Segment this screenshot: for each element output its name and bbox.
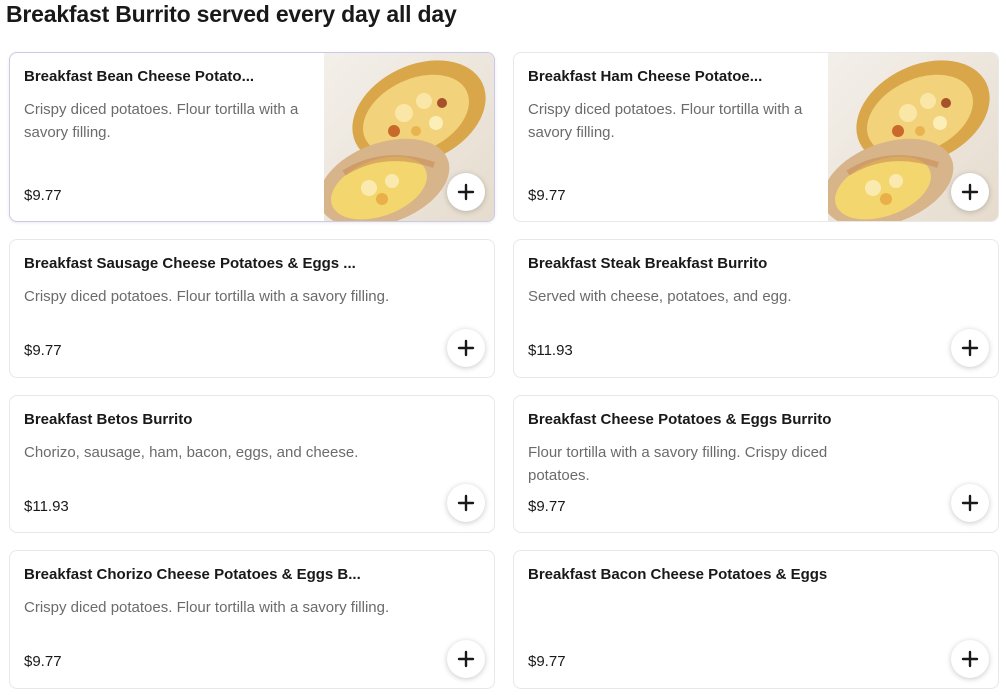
plus-icon xyxy=(457,183,475,201)
add-item-button[interactable] xyxy=(951,484,989,522)
add-item-button[interactable] xyxy=(447,329,485,367)
item-price: $11.93 xyxy=(528,342,573,359)
item-price: $11.93 xyxy=(24,498,69,515)
item-description: Crispy diced potatoes. Flour tortilla wi… xyxy=(24,101,299,141)
item-name: Breakfast Chorizo Cheese Potatoes & Eggs… xyxy=(24,566,361,583)
menu-item-card[interactable]: Breakfast Steak Breakfast Burrito Served… xyxy=(513,239,999,378)
add-item-button[interactable] xyxy=(447,173,485,211)
item-price: $9.77 xyxy=(24,342,62,359)
item-price: $9.77 xyxy=(24,653,62,670)
item-description: Flour tortilla with a savory filling. Cr… xyxy=(528,444,828,484)
menu-item-card[interactable]: Breakfast Sausage Cheese Potatoes & Eggs… xyxy=(9,239,495,378)
section-title: Breakfast Burrito served every day all d… xyxy=(6,1,457,27)
plus-icon xyxy=(961,339,979,357)
plus-icon xyxy=(457,494,475,512)
add-item-button[interactable] xyxy=(447,640,485,678)
item-name: Breakfast Bean Cheese Potato... xyxy=(24,68,255,85)
menu-item-card[interactable]: Breakfast Ham Cheese Potatoe... Crispy d… xyxy=(513,52,999,222)
item-name: Breakfast Steak Breakfast Burrito xyxy=(528,255,768,272)
plus-icon xyxy=(961,650,979,668)
item-price: $9.77 xyxy=(528,187,566,204)
add-item-button[interactable] xyxy=(951,640,989,678)
add-item-button[interactable] xyxy=(447,484,485,522)
item-description: Crispy diced potatoes. Flour tortilla wi… xyxy=(24,288,390,305)
menu-item-card[interactable]: Breakfast Bean Cheese Potato... Crispy d… xyxy=(9,52,495,222)
plus-icon xyxy=(457,650,475,668)
item-name: Breakfast Cheese Potatoes & Eggs Burrito xyxy=(528,411,832,428)
add-item-button[interactable] xyxy=(951,173,989,211)
item-description: Crispy diced potatoes. Flour tortilla wi… xyxy=(528,101,803,141)
item-name: Breakfast Bacon Cheese Potatoes & Eggs xyxy=(528,566,828,583)
menu-item-card[interactable]: Breakfast Cheese Potatoes & Eggs Burrito… xyxy=(513,395,999,533)
item-name: Breakfast Ham Cheese Potatoe... xyxy=(528,68,763,85)
item-price: $9.77 xyxy=(24,187,62,204)
menu-item-card[interactable]: Breakfast Bacon Cheese Potatoes & Eggs $… xyxy=(513,550,999,689)
item-name: Breakfast Sausage Cheese Potatoes & Eggs… xyxy=(24,255,356,272)
item-description: Chorizo, sausage, ham, bacon, eggs, and … xyxy=(24,444,359,461)
menu-item-card[interactable]: Breakfast Chorizo Cheese Potatoes & Eggs… xyxy=(9,550,495,689)
add-item-button[interactable] xyxy=(951,329,989,367)
item-price: $9.77 xyxy=(528,653,566,670)
plus-icon xyxy=(961,494,979,512)
item-name: Breakfast Betos Burrito xyxy=(24,411,193,428)
item-description: Served with cheese, potatoes, and egg. xyxy=(528,288,792,305)
plus-icon xyxy=(961,183,979,201)
menu-item-card[interactable]: Breakfast Betos Burrito Chorizo, sausage… xyxy=(9,395,495,533)
plus-icon xyxy=(457,339,475,357)
item-description: Crispy diced potatoes. Flour tortilla wi… xyxy=(24,599,390,616)
item-price: $9.77 xyxy=(528,498,566,515)
